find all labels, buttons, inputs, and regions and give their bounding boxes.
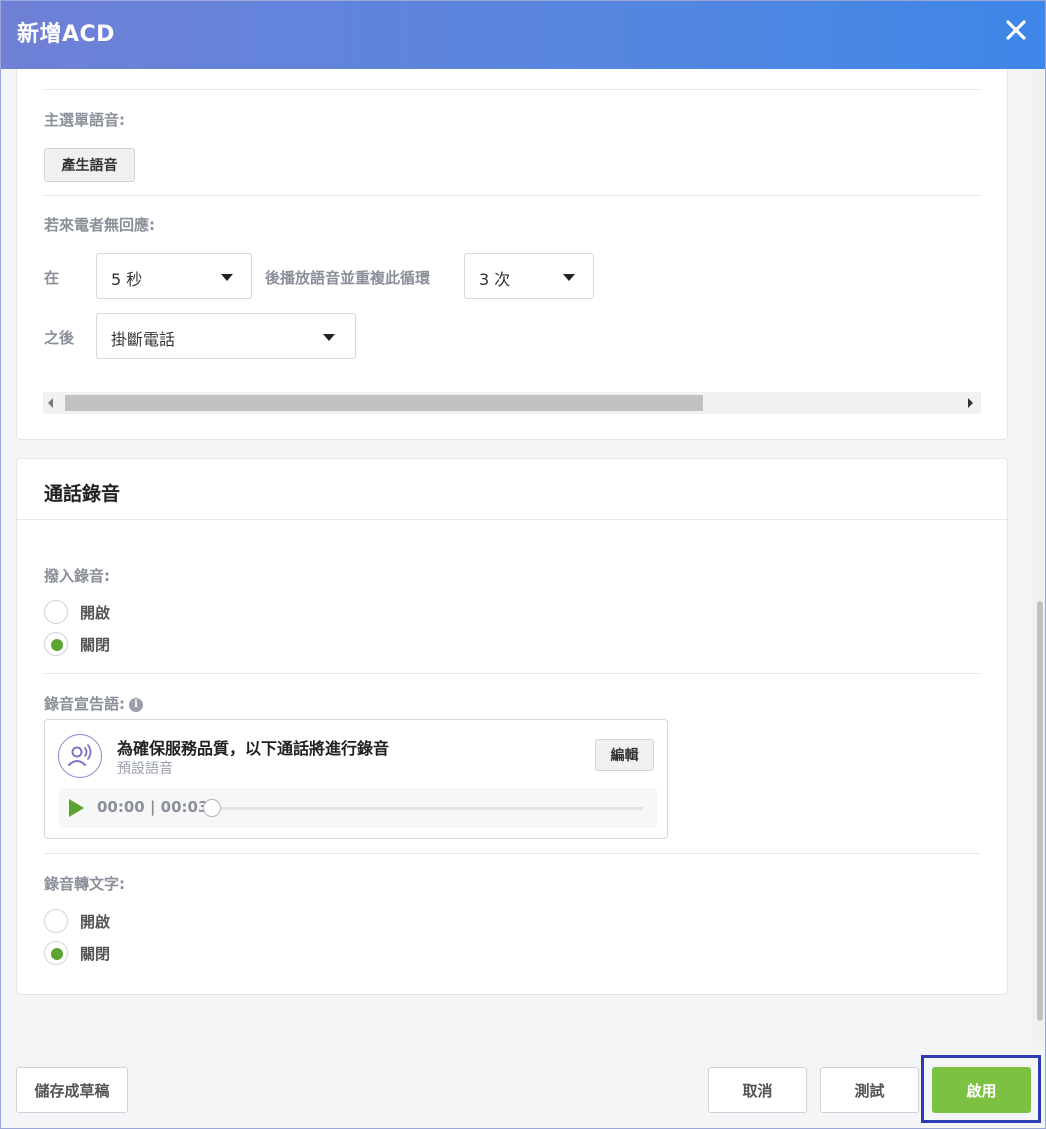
loop-label: 後播放語音並重複此循環 bbox=[265, 269, 431, 287]
radio-transcribe-off[interactable]: 關閉 bbox=[44, 941, 110, 965]
edit-button[interactable]: 編輯 bbox=[595, 739, 654, 771]
radio-label: 關閉 bbox=[80, 635, 111, 654]
after-action-select[interactable]: 掛斷電話 bbox=[96, 313, 356, 359]
dialog-header: 新增ACD bbox=[1, 1, 1045, 69]
divider bbox=[43, 195, 981, 196]
announcement-label: 錄音宣告語: i bbox=[44, 693, 143, 714]
chevron-down-icon bbox=[323, 334, 335, 341]
section-title: 通話錄音 bbox=[44, 483, 121, 505]
inbound-recording-label: 撥入錄音: bbox=[44, 567, 110, 585]
announcement-subtext: 預設語音 bbox=[117, 761, 173, 777]
dialog-body: 主選單語音: 產生語音 若來電者無回應: 在 5 秒 後播放語音並重複此循環 3… bbox=[1, 69, 1045, 1047]
divider bbox=[43, 89, 981, 90]
voice-prompt-icon bbox=[58, 734, 102, 778]
scrollbar-thumb[interactable] bbox=[1037, 601, 1043, 1021]
radio-button[interactable] bbox=[44, 600, 68, 624]
menu-voice-label: 主選單語音: bbox=[44, 111, 125, 129]
repeat-count-select[interactable]: 3 次 bbox=[464, 253, 594, 299]
info-icon[interactable]: i bbox=[129, 697, 143, 712]
wait-seconds-value: 5 秒 bbox=[111, 270, 143, 289]
no-response-label: 若來電者無回應: bbox=[44, 216, 155, 234]
close-icon[interactable] bbox=[1001, 15, 1031, 45]
radio-label: 關閉 bbox=[80, 944, 111, 963]
announcement-label-text: 錄音宣告語: bbox=[44, 695, 125, 713]
announcement-text: 為確保服務品質，以下通話將進行錄音 bbox=[117, 739, 390, 758]
scrollbar-thumb[interactable] bbox=[65, 395, 703, 411]
dialog-title: 新增ACD bbox=[17, 22, 115, 47]
after-action-value: 掛斷電話 bbox=[111, 330, 176, 349]
radio-button[interactable] bbox=[44, 632, 68, 656]
at-label: 在 bbox=[44, 269, 60, 287]
audio-time: 00:00 | 00:03 bbox=[97, 798, 209, 816]
add-acd-dialog: 新增ACD 主選單語音: 產生語音 若來電者無回應: 在 5 秒 後播放語音並重… bbox=[0, 0, 1046, 1129]
call-recording-card: 通話錄音 撥入錄音: 開啟 關閉 錄音宣告語: i 為確保服務品質，以下通話將進… bbox=[16, 458, 1008, 995]
horizontal-scrollbar[interactable] bbox=[43, 392, 981, 414]
divider bbox=[17, 519, 1007, 520]
highlight-box bbox=[921, 1055, 1041, 1123]
transcribe-label: 錄音轉文字: bbox=[44, 875, 125, 893]
divider bbox=[43, 673, 981, 674]
chevron-down-icon bbox=[221, 274, 233, 281]
vertical-scrollbar[interactable] bbox=[1031, 69, 1045, 1047]
chevron-down-icon bbox=[563, 274, 575, 281]
radio-button[interactable] bbox=[44, 909, 68, 933]
audio-player: 00:00 | 00:03 bbox=[59, 788, 657, 828]
radio-inbound-off[interactable]: 關閉 bbox=[44, 632, 110, 656]
ivr-settings-card: 主選單語音: 產生語音 若來電者無回應: 在 5 秒 後播放語音並重複此循環 3… bbox=[16, 69, 1008, 440]
generate-voice-button[interactable]: 產生語音 bbox=[44, 148, 135, 182]
repeat-count-value: 3 次 bbox=[479, 270, 511, 289]
audio-progress-knob[interactable] bbox=[203, 799, 221, 817]
cancel-button[interactable]: 取消 bbox=[708, 1067, 807, 1113]
play-icon[interactable] bbox=[69, 799, 84, 817]
radio-label: 開啟 bbox=[80, 603, 111, 622]
save-draft-button[interactable]: 儲存成草稿 bbox=[16, 1067, 128, 1113]
scroll-right-icon[interactable] bbox=[968, 398, 973, 408]
radio-transcribe-on[interactable]: 開啟 bbox=[44, 909, 110, 933]
dialog-footer: 儲存成草稿 取消 測試 啟用 bbox=[1, 1047, 1045, 1128]
radio-label: 開啟 bbox=[80, 912, 111, 931]
radio-inbound-on[interactable]: 開啟 bbox=[44, 600, 110, 624]
announcement-box: 為確保服務品質，以下通話將進行錄音 預設語音 編輯 00:00 | 00:03 bbox=[44, 719, 668, 839]
divider bbox=[43, 853, 981, 854]
audio-progress-track[interactable] bbox=[211, 807, 643, 810]
radio-button[interactable] bbox=[44, 941, 68, 965]
test-button[interactable]: 測試 bbox=[820, 1067, 919, 1113]
scroll-left-icon[interactable] bbox=[48, 398, 53, 408]
after-label: 之後 bbox=[44, 329, 75, 347]
wait-seconds-select[interactable]: 5 秒 bbox=[96, 253, 252, 299]
